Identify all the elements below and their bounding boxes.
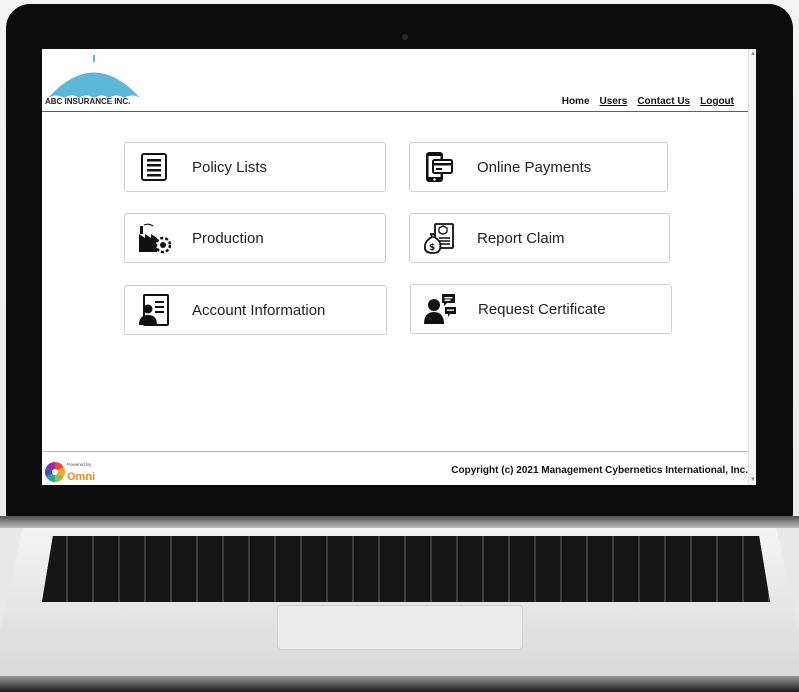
- money-claim-icon: $: [422, 221, 456, 255]
- keyboard: [42, 536, 770, 602]
- laptop-base-edge: [0, 676, 799, 692]
- list-icon: [137, 150, 171, 184]
- account-card-icon: [137, 293, 171, 327]
- omni-brand-text: Omni: [67, 471, 95, 483]
- webcam: [402, 34, 408, 40]
- request-certificate-label: Request Certificate: [478, 300, 606, 318]
- request-certificate-button[interactable]: Request Certificate: [410, 284, 672, 334]
- page-footer: Powered By Omni Copyright (c) 2021 Manag…: [42, 451, 748, 485]
- report-claim-button[interactable]: $ Report Claim: [409, 213, 670, 263]
- report-claim-label: Report Claim: [477, 229, 565, 247]
- scroll-up-icon[interactable]: ▲: [750, 51, 756, 57]
- top-nav: Home Users Contact Us Logout: [562, 96, 734, 107]
- nav-home-link[interactable]: Home: [562, 96, 590, 107]
- online-payments-button[interactable]: Online Payments: [409, 142, 668, 192]
- copyright-text: Copyright (c) 2021 Management Cybernetic…: [451, 465, 748, 476]
- powered-by-text: Powered By: [67, 462, 92, 467]
- page-header: ABC INSURANCE INC. Home Users Contact Us…: [42, 49, 748, 112]
- account-information-button[interactable]: Account Information: [124, 285, 387, 335]
- nav-contact-link[interactable]: Contact Us: [637, 96, 690, 107]
- vertical-scrollbar[interactable]: ▲ ▼: [748, 49, 756, 485]
- account-information-label: Account Information: [192, 301, 326, 319]
- nav-users-link[interactable]: Users: [600, 96, 628, 107]
- user-chat-icon: [423, 292, 457, 326]
- mobile-payment-icon: [422, 150, 456, 184]
- svg-text:$: $: [429, 243, 435, 253]
- omni-logo: Powered By Omni: [44, 461, 95, 483]
- trackpad: [277, 605, 523, 650]
- scroll-down-icon[interactable]: ▼: [750, 477, 756, 483]
- company-name: ABC INSURANCE INC.: [45, 97, 131, 106]
- browser-viewport: ABC INSURANCE INC. Home Users Contact Us…: [42, 49, 756, 485]
- online-payments-label: Online Payments: [477, 158, 592, 176]
- production-button[interactable]: Production: [124, 213, 386, 263]
- policy-lists-button[interactable]: Policy Lists: [124, 142, 386, 192]
- production-label: Production: [192, 229, 264, 247]
- factory-icon: [137, 221, 171, 255]
- nav-logout-link[interactable]: Logout: [700, 96, 734, 107]
- policy-lists-label: Policy Lists: [192, 158, 268, 176]
- laptop-hinge: [0, 516, 799, 528]
